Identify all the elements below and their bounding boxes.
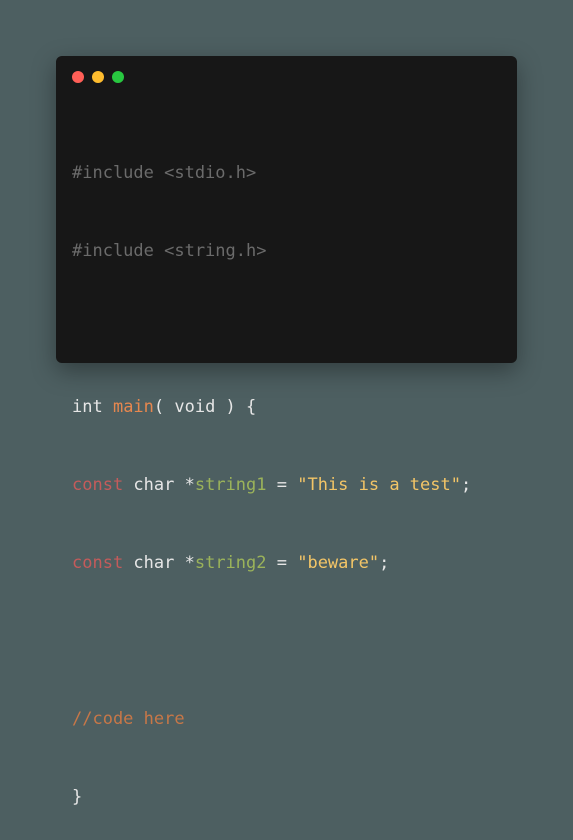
code-line-7-blank xyxy=(72,628,471,654)
main-function-name: main xyxy=(112,397,154,417)
code-line-3-blank xyxy=(72,316,471,342)
closing-brace: } xyxy=(72,787,83,807)
code-block: #include <stdio.h> #include <string.h> i… xyxy=(72,108,471,840)
window-controls xyxy=(72,71,124,83)
code-line-2: #include <string.h> xyxy=(72,238,471,264)
minimize-window-dot[interactable] xyxy=(92,71,104,83)
semicolon: ; xyxy=(379,553,390,573)
string2-literal: "beware" xyxy=(297,553,380,573)
code-window: #include <stdio.h> #include <string.h> i… xyxy=(56,56,517,807)
main-signature: ( void ) { xyxy=(153,397,257,417)
code-comment: //code here xyxy=(72,709,185,729)
code-line-9: } xyxy=(72,784,471,810)
char-pointer: char * xyxy=(123,475,195,495)
const-keyword: const xyxy=(72,475,124,495)
include-stdio: #include <stdio.h> xyxy=(72,163,257,183)
semicolon: ; xyxy=(460,475,472,495)
code-line-8: //code here xyxy=(72,706,471,732)
assign-op: = xyxy=(266,475,298,495)
include-string: #include <string.h> xyxy=(72,241,267,261)
code-line-5: const char *string1 = "This is a test"; xyxy=(72,472,471,498)
assign-op: = xyxy=(266,553,298,573)
code-line-4: int main( void ) { xyxy=(72,394,471,420)
int-keyword: int xyxy=(72,397,113,417)
close-window-dot[interactable] xyxy=(72,71,84,83)
char-pointer: char * xyxy=(123,553,195,573)
string1-var: string1 xyxy=(194,475,267,495)
string2-var: string2 xyxy=(194,553,267,573)
code-line-1: #include <stdio.h> xyxy=(72,160,471,186)
maximize-window-dot[interactable] xyxy=(112,71,124,83)
string1-literal: "This is a test" xyxy=(297,475,461,495)
code-line-6: const char *string2 = "beware"; xyxy=(72,550,471,576)
const-keyword: const xyxy=(72,553,124,573)
